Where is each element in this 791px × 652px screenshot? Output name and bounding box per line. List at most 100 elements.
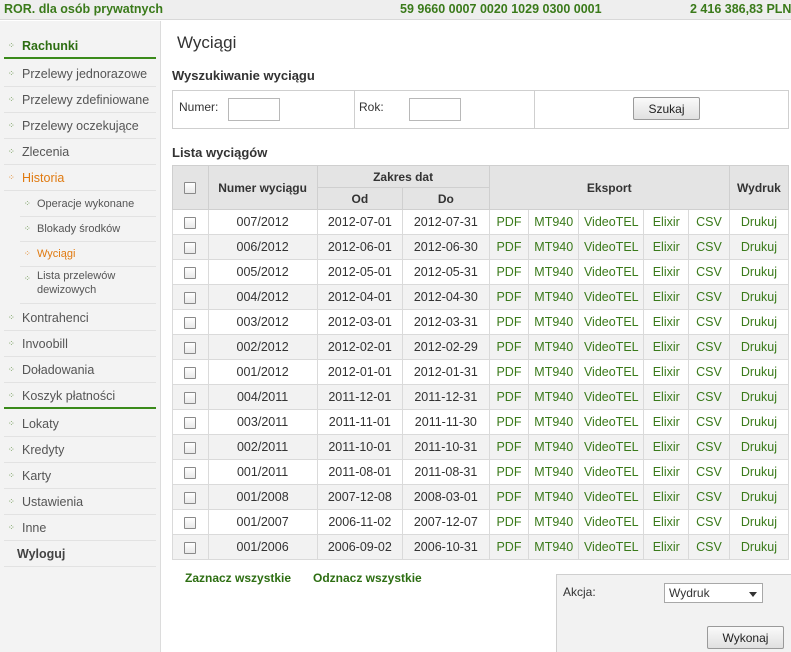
sidebar-item-zlecenia[interactable]: ⁘ Zlecenia bbox=[4, 139, 156, 165]
export-link[interactable]: VideoTEL bbox=[578, 534, 645, 560]
row-checkbox[interactable] bbox=[184, 266, 197, 279]
sidebar-item-wyloguj[interactable]: Wyloguj bbox=[4, 541, 156, 567]
row-checkbox[interactable] bbox=[184, 316, 197, 329]
export-link[interactable]: VideoTEL bbox=[578, 509, 645, 535]
export-link[interactable]: PDF bbox=[488, 384, 530, 410]
print-link[interactable]: Drukuj bbox=[728, 484, 790, 510]
print-link[interactable]: Drukuj bbox=[728, 509, 790, 535]
sidebar-item-doladowania[interactable]: ⁘ Doładowania bbox=[4, 357, 156, 383]
export-link[interactable]: Elixir bbox=[643, 459, 690, 485]
print-link[interactable]: Drukuj bbox=[728, 209, 790, 235]
row-checkbox[interactable] bbox=[184, 516, 197, 529]
export-link[interactable]: VideoTEL bbox=[578, 334, 645, 360]
export-link[interactable]: PDF bbox=[488, 434, 530, 460]
export-link[interactable]: CSV bbox=[688, 459, 730, 485]
print-link[interactable]: Drukuj bbox=[728, 409, 790, 435]
export-link[interactable]: VideoTEL bbox=[578, 434, 645, 460]
export-link[interactable]: Elixir bbox=[643, 234, 690, 260]
export-link[interactable]: Elixir bbox=[643, 284, 690, 310]
export-link[interactable]: PDF bbox=[488, 209, 530, 235]
row-checkbox[interactable] bbox=[184, 441, 197, 454]
export-link[interactable]: MT940 bbox=[528, 359, 580, 385]
sidebar-item-przelewy-oczekujace[interactable]: ⁘ Przelewy oczekujące bbox=[4, 113, 156, 139]
export-link[interactable]: MT940 bbox=[528, 259, 580, 285]
execute-button[interactable]: Wykonaj bbox=[707, 626, 784, 649]
export-link[interactable]: PDF bbox=[488, 534, 530, 560]
search-button[interactable]: Szukaj bbox=[633, 97, 700, 120]
export-link[interactable]: PDF bbox=[488, 284, 530, 310]
row-checkbox[interactable] bbox=[184, 466, 197, 479]
export-link[interactable]: PDF bbox=[488, 509, 530, 535]
export-link[interactable]: Elixir bbox=[643, 334, 690, 360]
export-link[interactable]: CSV bbox=[688, 284, 730, 310]
print-link[interactable]: Drukuj bbox=[728, 309, 790, 335]
export-link[interactable]: PDF bbox=[488, 234, 530, 260]
export-link[interactable]: VideoTEL bbox=[578, 234, 645, 260]
export-link[interactable]: CSV bbox=[688, 309, 730, 335]
export-link[interactable]: PDF bbox=[488, 484, 530, 510]
export-link[interactable]: MT940 bbox=[528, 234, 580, 260]
export-link[interactable]: Elixir bbox=[643, 359, 690, 385]
print-link[interactable]: Drukuj bbox=[728, 359, 790, 385]
row-checkbox[interactable] bbox=[184, 291, 197, 304]
export-link[interactable]: PDF bbox=[488, 459, 530, 485]
row-checkbox[interactable] bbox=[184, 341, 197, 354]
export-link[interactable]: VideoTEL bbox=[578, 259, 645, 285]
export-link[interactable]: Elixir bbox=[643, 309, 690, 335]
export-link[interactable]: MT940 bbox=[528, 284, 580, 310]
export-link[interactable]: Elixir bbox=[643, 209, 690, 235]
sidebar-item-inne[interactable]: ⁘ Inne bbox=[4, 515, 156, 541]
export-link[interactable]: PDF bbox=[488, 259, 530, 285]
print-link[interactable]: Drukuj bbox=[728, 259, 790, 285]
export-link[interactable]: Elixir bbox=[643, 409, 690, 435]
sidebar-item-lista-przelewow-dewizowych[interactable]: ⁘ Lista przelewów dewizowych bbox=[20, 266, 156, 304]
export-link[interactable]: Elixir bbox=[643, 384, 690, 410]
export-link[interactable]: MT940 bbox=[528, 459, 580, 485]
export-link[interactable]: VideoTEL bbox=[578, 309, 645, 335]
export-link[interactable]: MT940 bbox=[528, 309, 580, 335]
export-link[interactable]: MT940 bbox=[528, 484, 580, 510]
export-link[interactable]: CSV bbox=[688, 484, 730, 510]
export-link[interactable]: CSV bbox=[688, 259, 730, 285]
export-link[interactable]: VideoTEL bbox=[578, 284, 645, 310]
export-link[interactable]: CSV bbox=[688, 234, 730, 260]
export-link[interactable]: MT940 bbox=[528, 384, 580, 410]
export-link[interactable]: MT940 bbox=[528, 534, 580, 560]
row-checkbox[interactable] bbox=[184, 241, 197, 254]
export-link[interactable]: MT940 bbox=[528, 409, 580, 435]
row-checkbox[interactable] bbox=[184, 541, 197, 554]
export-link[interactable]: MT940 bbox=[528, 509, 580, 535]
export-link[interactable]: CSV bbox=[688, 434, 730, 460]
sidebar-item-blokady-srodkow[interactable]: ⁘ Blokady środków bbox=[20, 216, 156, 242]
row-checkbox[interactable] bbox=[184, 366, 197, 379]
export-link[interactable]: VideoTEL bbox=[578, 359, 645, 385]
export-link[interactable]: VideoTEL bbox=[578, 384, 645, 410]
print-link[interactable]: Drukuj bbox=[728, 284, 790, 310]
sidebar-item-operacje-wykonane[interactable]: ⁘ Operacje wykonane bbox=[20, 191, 156, 217]
sidebar-item-invoobill[interactable]: ⁘ Invoobill bbox=[4, 331, 156, 357]
export-link[interactable]: PDF bbox=[488, 409, 530, 435]
export-link[interactable]: VideoTEL bbox=[578, 459, 645, 485]
export-link[interactable]: CSV bbox=[688, 509, 730, 535]
export-link[interactable]: PDF bbox=[488, 309, 530, 335]
export-link[interactable]: PDF bbox=[488, 334, 530, 360]
print-link[interactable]: Drukuj bbox=[728, 534, 790, 560]
select-all-checkbox[interactable] bbox=[184, 182, 197, 195]
export-link[interactable]: MT940 bbox=[528, 334, 580, 360]
export-link[interactable]: Elixir bbox=[643, 259, 690, 285]
number-input[interactable] bbox=[228, 98, 280, 121]
sidebar-item-karty[interactable]: ⁘ Karty bbox=[4, 463, 156, 489]
sidebar-item-historia[interactable]: ⁘ Historia bbox=[4, 165, 156, 191]
export-link[interactable]: CSV bbox=[688, 209, 730, 235]
sidebar-item-ustawienia[interactable]: ⁘ Ustawienia bbox=[4, 489, 156, 515]
sidebar-item-przelewy-zdefiniowane[interactable]: ⁘ Przelewy zdefiniowane bbox=[4, 87, 156, 113]
export-link[interactable]: CSV bbox=[688, 334, 730, 360]
export-link[interactable]: CSV bbox=[688, 534, 730, 560]
row-checkbox[interactable] bbox=[184, 216, 197, 229]
select-all-link[interactable]: Zaznacz wszystkie bbox=[185, 571, 291, 585]
sidebar-item-przelewy-jednorazowe[interactable]: ⁘ Przelewy jednorazowe bbox=[4, 61, 156, 87]
export-link[interactable]: Elixir bbox=[643, 434, 690, 460]
print-link[interactable]: Drukuj bbox=[728, 434, 790, 460]
export-link[interactable]: CSV bbox=[688, 409, 730, 435]
deselect-all-link[interactable]: Odznacz wszystkie bbox=[313, 571, 422, 585]
